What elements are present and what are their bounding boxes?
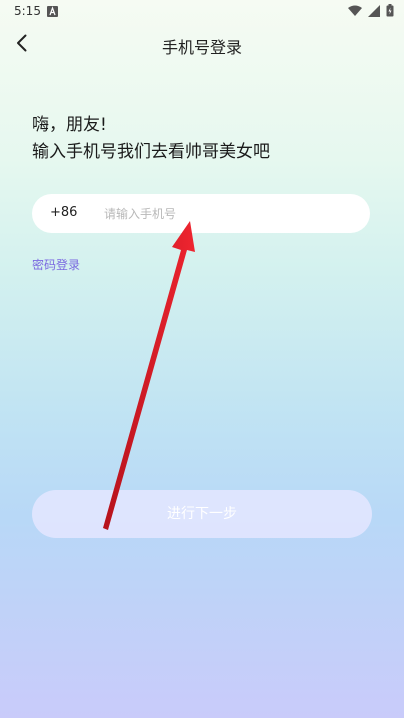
password-login-link[interactable]: 密码登录 [32, 256, 80, 273]
annotation-arrow [103, 221, 195, 530]
greeting-line-1: 嗨，朋友! [32, 115, 107, 135]
phone-field: +86 [32, 194, 370, 233]
status-time: 5:15 [14, 4, 41, 18]
phone-input[interactable] [104, 194, 354, 233]
status-icons [348, 4, 394, 17]
country-code[interactable]: +86 [50, 205, 77, 220]
wifi-icon [348, 5, 362, 16]
greeting: 嗨，朋友! 输入手机号我们去看帅哥美女吧 [32, 112, 270, 166]
battery-icon [386, 4, 394, 17]
status-bar: 5:15 [0, 0, 404, 24]
next-step-button[interactable]: 进行下一步 [32, 490, 372, 538]
header: 手机号登录 [0, 24, 404, 64]
greeting-line-2: 输入手机号我们去看帅哥美女吧 [32, 142, 270, 162]
annotation-arrow-shape [103, 221, 195, 530]
a-icon [47, 6, 58, 17]
page-title: 手机号登录 [161, 38, 242, 57]
cell-signal-icon [368, 4, 380, 17]
